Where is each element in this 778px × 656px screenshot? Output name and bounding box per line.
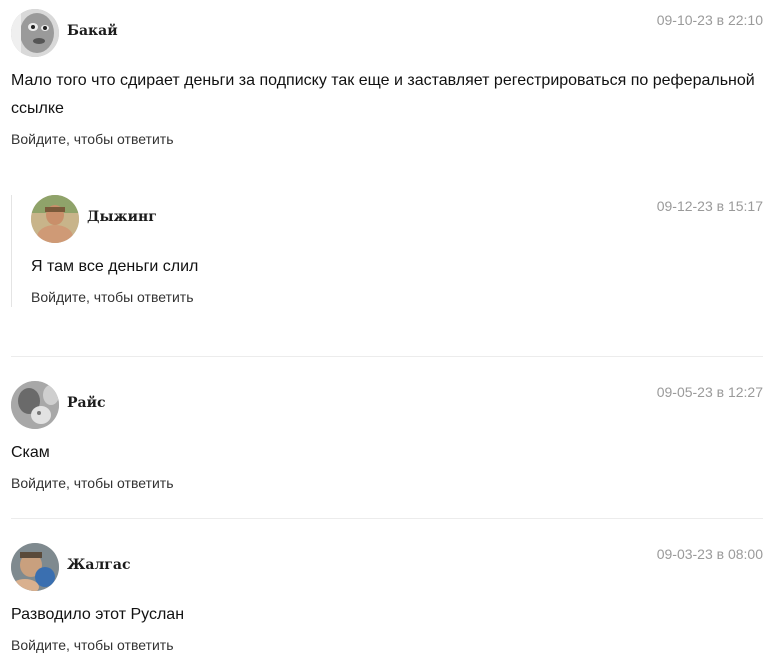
- avatar[interactable]: [11, 381, 59, 429]
- comment-header: Дыжинг 09-12-23 в 15:17: [31, 195, 763, 243]
- comment-text: Мало того что сдирает деньги за подписку…: [11, 72, 755, 117]
- comment-divider: [11, 518, 763, 519]
- comment: Жалгас 09-03-23 в 08:00 Разводило этот Р…: [11, 543, 763, 655]
- avatar-image: [11, 543, 59, 591]
- login-to-reply-link[interactable]: Войдите, чтобы ответить: [31, 287, 194, 307]
- avatar[interactable]: [11, 9, 59, 57]
- login-to-reply-link[interactable]: Войдите, чтобы ответить: [11, 129, 174, 149]
- avatar[interactable]: [31, 195, 79, 243]
- comment-reply: Дыжинг 09-12-23 в 15:17 Я там все деньги…: [11, 195, 763, 307]
- comment-text: Я там все деньги слил: [31, 258, 199, 275]
- comment-text: Разводило этот Руслан: [11, 606, 185, 623]
- comment-header: Жалгас 09-03-23 в 08:00: [11, 543, 763, 591]
- login-to-reply-link[interactable]: Войдите, чтобы ответить: [11, 473, 174, 493]
- avatar[interactable]: [11, 543, 59, 591]
- comment-header: Райс 09-05-23 в 12:27: [11, 381, 763, 429]
- comment-divider: [11, 356, 763, 357]
- author-name: Бакай: [67, 23, 118, 39]
- comment-header: Бакай 09-10-23 в 22:10: [11, 9, 763, 57]
- comment-date: 09-10-23 в 22:10: [656, 12, 763, 28]
- avatar-image: [11, 9, 59, 57]
- comment: Бакай 09-10-23 в 22:10 Мало того что сди…: [11, 9, 763, 149]
- comment-date: 09-12-23 в 15:17: [656, 198, 763, 214]
- comment: Райс 09-05-23 в 12:27 Скам Войдите, чтоб…: [11, 381, 763, 493]
- login-to-reply-link[interactable]: Войдите, чтобы ответить: [11, 635, 174, 655]
- avatar-image: [11, 381, 59, 429]
- author-name: Жалгас: [67, 557, 131, 573]
- author-name: Дыжинг: [87, 209, 157, 225]
- avatar-image: [31, 195, 79, 243]
- author-name: Райс: [67, 395, 106, 411]
- comment-date: 09-03-23 в 08:00: [656, 546, 763, 562]
- comment-date: 09-05-23 в 12:27: [656, 384, 763, 400]
- comment-text: Скам: [11, 444, 50, 461]
